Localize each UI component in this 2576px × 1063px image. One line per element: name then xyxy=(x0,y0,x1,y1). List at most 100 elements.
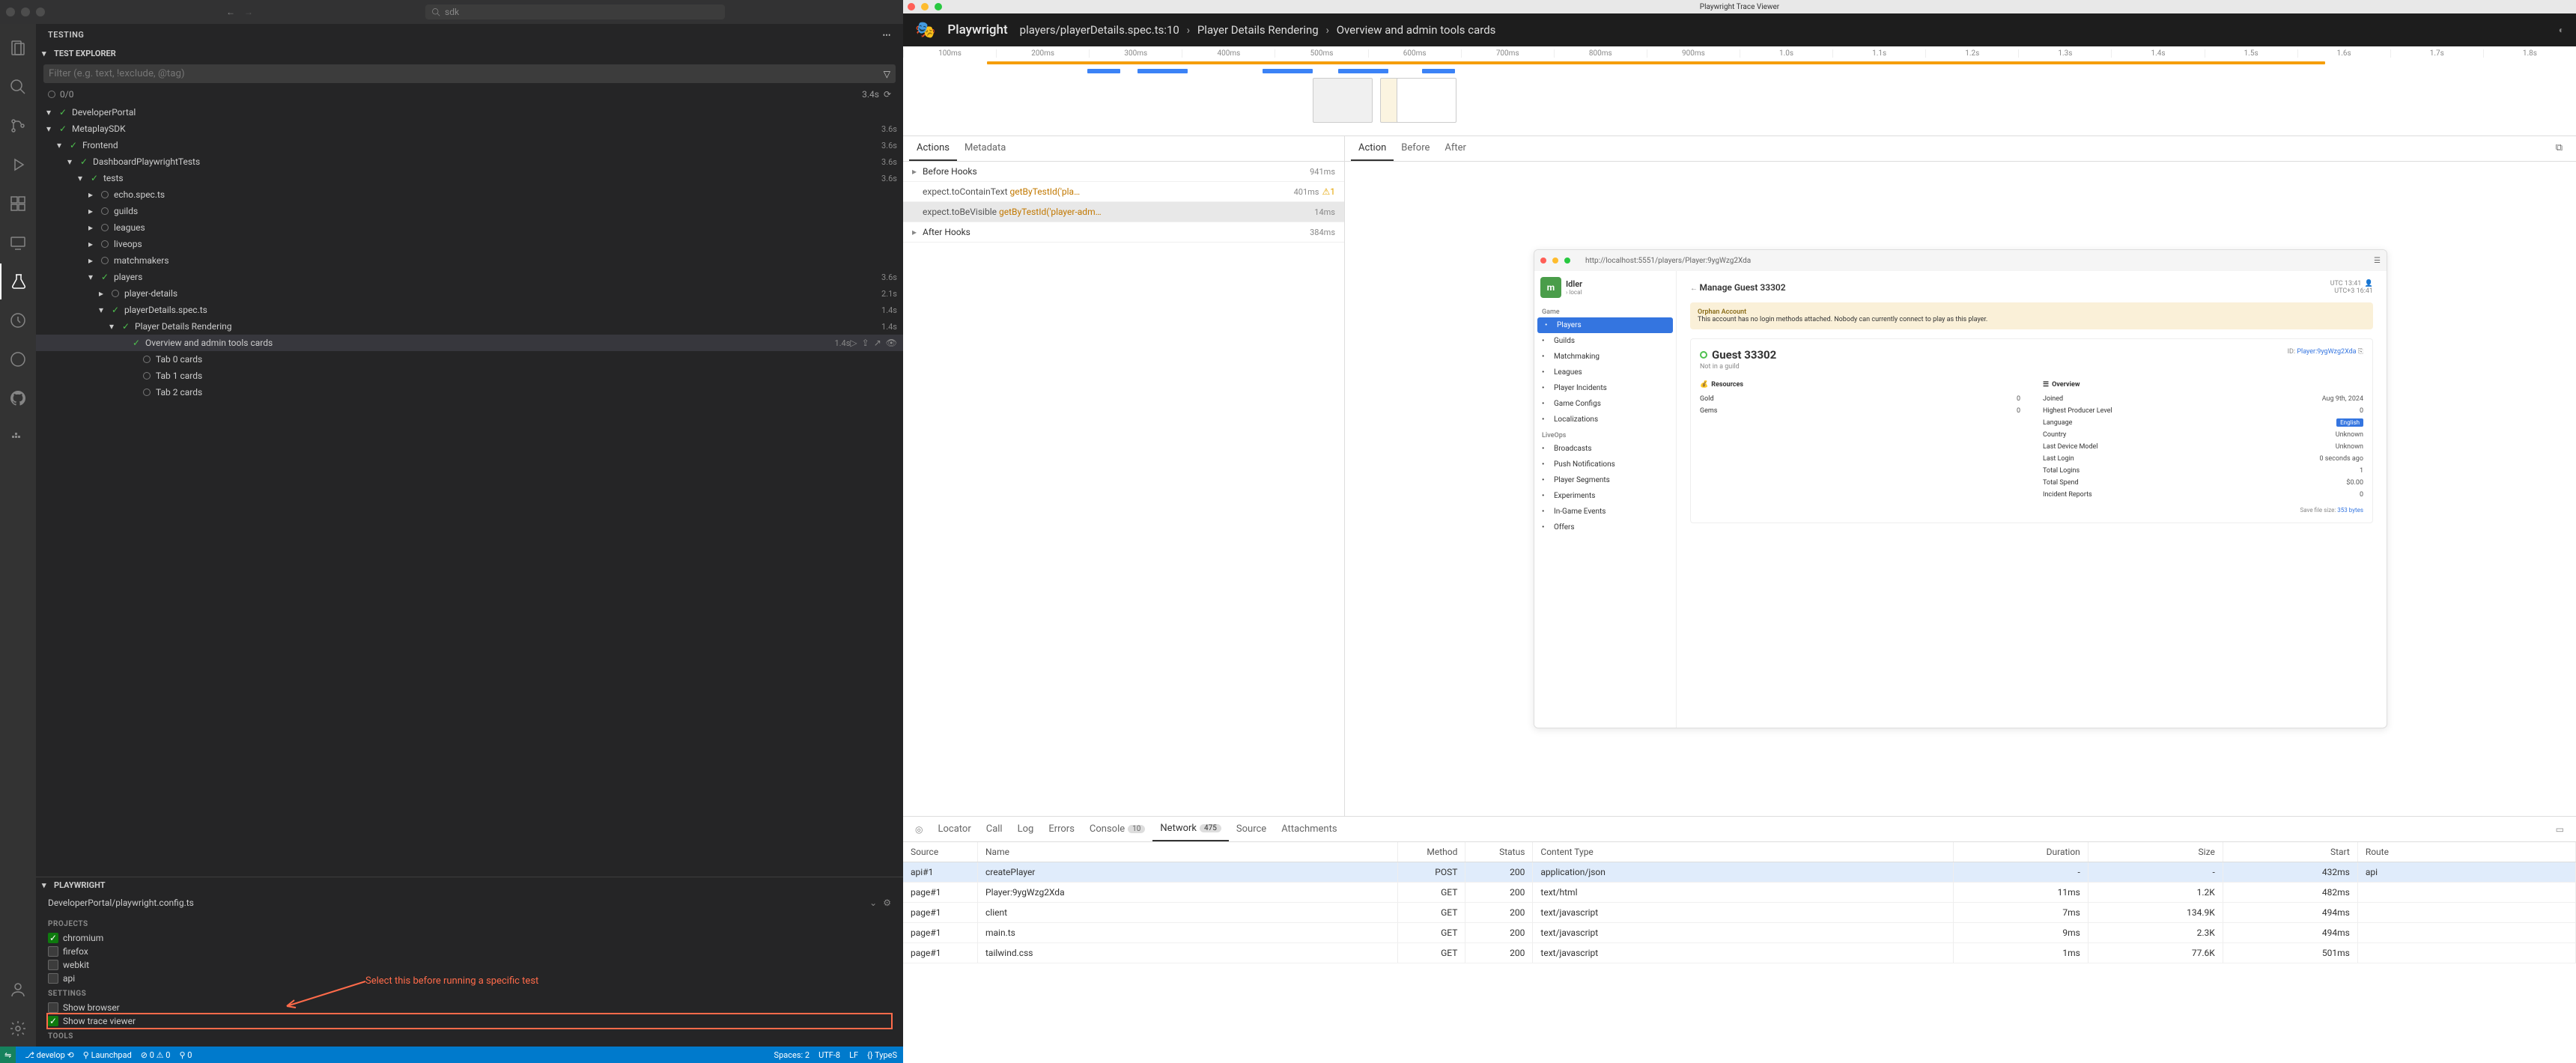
tree-item[interactable]: ▾✓playerDetails.spec.ts1.4s xyxy=(36,302,903,318)
app-sidebar-item[interactable]: •Push Notifications xyxy=(1534,457,1676,472)
app-sidebar-item[interactable]: •Offers xyxy=(1534,520,1676,535)
project-checkbox[interactable]: webkit xyxy=(48,958,891,972)
layout-icon[interactable]: ▭ xyxy=(2550,818,2570,841)
network-row[interactable]: page#1 main.ts GET 200 text/javascript 9… xyxy=(903,923,2576,943)
playwright-section-header[interactable]: ▾ PLAYWRIGHT xyxy=(36,877,903,893)
tab-before[interactable]: Before xyxy=(1394,136,1437,161)
filter-icon[interactable]: ▽ xyxy=(884,69,890,79)
run-icon[interactable]: ▷ xyxy=(850,338,857,348)
tree-item[interactable]: Tab 1 cards xyxy=(36,368,903,384)
test-explorer-header[interactable]: ▾ TEST EXPLORER xyxy=(36,46,903,61)
debug-icon[interactable]: ⇪ xyxy=(862,338,869,348)
tree-item[interactable]: ▾✓DashboardPlaywrightTests3.6s xyxy=(36,153,903,170)
docker-icon[interactable] xyxy=(0,419,36,455)
app-sidebar-item[interactable]: •Experiments xyxy=(1534,488,1676,504)
tree-item[interactable]: Tab 2 cards xyxy=(36,384,903,400)
bottom-tab-log[interactable]: Log xyxy=(1010,817,1042,841)
settings-icon[interactable] xyxy=(0,1011,36,1047)
explorer-icon[interactable] xyxy=(0,30,36,66)
app-sidebar-item[interactable]: •Broadcasts xyxy=(1534,441,1676,457)
lang-indicator[interactable]: {} TypeS xyxy=(867,1050,897,1060)
git-icon[interactable] xyxy=(0,341,36,377)
tree-item[interactable]: Tab 0 cards xyxy=(36,351,903,368)
problems-indicator[interactable]: ⊘ 0 ⚠ 0 xyxy=(141,1050,171,1060)
gear-icon[interactable]: ⚙ xyxy=(883,898,891,908)
app-sidebar-item[interactable]: •Leagues xyxy=(1534,365,1676,380)
clock-icon[interactable] xyxy=(0,302,36,338)
tree-item[interactable]: ▾✓tests3.6s xyxy=(36,170,903,186)
test-filter-input[interactable]: ▽ xyxy=(43,64,896,83)
github-icon[interactable] xyxy=(0,380,36,416)
tree-item[interactable]: ▸player-details2.1s xyxy=(36,285,903,302)
spaces-indicator[interactable]: Spaces: 2 xyxy=(774,1050,810,1060)
app-sidebar-item[interactable]: •Localizations xyxy=(1534,412,1676,427)
tree-item[interactable]: ▸leagues xyxy=(36,219,903,236)
action-list[interactable]: ▸Before Hooks941msexpect.toContainText g… xyxy=(903,162,1344,816)
bottom-tab-source[interactable]: Source xyxy=(1229,817,1274,841)
bottom-tab-network[interactable]: Network 475 xyxy=(1152,817,1228,841)
theme-toggle-icon[interactable]: ◐ xyxy=(2559,25,2564,35)
target-icon[interactable]: ◎ xyxy=(909,818,929,841)
ports-indicator[interactable]: ⚲ 0 xyxy=(179,1050,192,1060)
app-sidebar-item[interactable]: •Players xyxy=(1537,317,1673,333)
setting-checkbox[interactable]: ✓Show trace viewer xyxy=(48,1014,891,1028)
network-row[interactable]: api#1 createPlayer POST 200 application/… xyxy=(903,862,2576,883)
tab-action[interactable]: Action xyxy=(1351,136,1394,161)
setting-checkbox[interactable]: Show browser xyxy=(48,1001,891,1014)
tree-item[interactable]: ▾✓MetaplaySDK3.6s xyxy=(36,121,903,137)
encoding-indicator[interactable]: UTF-8 xyxy=(818,1050,840,1060)
extensions-icon[interactable] xyxy=(0,186,36,222)
goto-icon[interactable]: ↗ xyxy=(874,338,881,348)
app-sidebar-item[interactable]: •Matchmaking xyxy=(1534,349,1676,365)
action-item[interactable]: expect.toContainText getByTestId('pla…40… xyxy=(903,182,1344,202)
launchpad-indicator[interactable]: ⚲ Launchpad xyxy=(83,1050,132,1060)
action-item[interactable]: ▸After Hooks384ms xyxy=(903,222,1344,243)
project-checkbox[interactable]: ✓chromium xyxy=(48,931,891,945)
bottom-tab-attachments[interactable]: Attachments xyxy=(1274,817,1344,841)
scm-icon[interactable] xyxy=(0,108,36,144)
eol-indicator[interactable]: LF xyxy=(849,1050,858,1060)
search-activity-icon[interactable] xyxy=(0,69,36,105)
chevron-down-icon[interactable]: ⌄ xyxy=(869,898,877,908)
timeline[interactable]: 100ms200ms300ms400ms500ms600ms700ms800ms… xyxy=(903,46,2576,136)
config-path[interactable]: DeveloperPortal/playwright.config.ts ⌄ ⚙ xyxy=(36,893,903,913)
action-item[interactable]: expect.toBeVisible getByTestId('player-a… xyxy=(903,202,1344,222)
project-checkbox[interactable]: api xyxy=(48,972,891,985)
testing-icon[interactable] xyxy=(0,264,36,299)
tree-item[interactable]: ▸liveops xyxy=(36,236,903,252)
app-sidebar-item[interactable]: •Guilds xyxy=(1534,333,1676,349)
refresh-icon[interactable]: ⟳ xyxy=(884,89,891,100)
trace-window-controls[interactable] xyxy=(908,3,942,10)
app-sidebar-item[interactable]: •Player Incidents xyxy=(1534,380,1676,396)
action-item[interactable]: ▸Before Hooks941ms xyxy=(903,162,1344,182)
app-sidebar-item[interactable]: •Player Segments xyxy=(1534,472,1676,488)
bottom-tab-call[interactable]: Call xyxy=(979,817,1010,841)
remote-indicator[interactable]: ⇋ xyxy=(0,1047,16,1063)
branch-indicator[interactable]: ⎇ develop ⟲ xyxy=(25,1050,74,1060)
tab-actions[interactable]: Actions xyxy=(909,136,957,161)
bottom-tab-console[interactable]: Console 10 xyxy=(1082,817,1152,841)
bottom-tab-locator[interactable]: Locator xyxy=(930,817,978,841)
search-input[interactable]: sdk xyxy=(425,4,725,19)
nav-forward-icon[interactable]: → xyxy=(244,7,253,17)
app-sidebar-item[interactable]: •Game Configs xyxy=(1534,396,1676,412)
debug-icon[interactable] xyxy=(0,147,36,183)
tree-item[interactable]: ✓Overview and admin tools cards1.4s▷⇪↗👁 xyxy=(36,335,903,351)
network-row[interactable]: page#1 tailwind.css GET 200 text/javascr… xyxy=(903,943,2576,963)
tab-after[interactable]: After xyxy=(1437,136,1474,161)
tree-item[interactable]: ▾✓DeveloperPortal xyxy=(36,104,903,121)
tree-item[interactable]: ▾✓Player Details Rendering1.4s xyxy=(36,318,903,335)
more-icon[interactable]: ⋯ xyxy=(883,30,892,40)
network-row[interactable]: page#1 Player:9ygWzg2Xda GET 200 text/ht… xyxy=(903,883,2576,903)
network-row[interactable]: page#1 client GET 200 text/javascript 7m… xyxy=(903,903,2576,923)
bottom-tab-errors[interactable]: Errors xyxy=(1041,817,1082,841)
tree-item[interactable]: ▾✓Frontend3.6s xyxy=(36,137,903,153)
app-sidebar-item[interactable]: •In-Game Events xyxy=(1534,504,1676,520)
tree-item[interactable]: ▸matchmakers xyxy=(36,252,903,269)
tab-metadata[interactable]: Metadata xyxy=(957,136,1013,161)
window-controls[interactable] xyxy=(6,7,45,16)
remote-icon[interactable] xyxy=(0,225,36,261)
popout-icon[interactable]: ⧉ xyxy=(2548,136,2570,161)
tree-item[interactable]: ▾✓players3.6s xyxy=(36,269,903,285)
watch-icon[interactable]: 👁 xyxy=(886,338,897,348)
